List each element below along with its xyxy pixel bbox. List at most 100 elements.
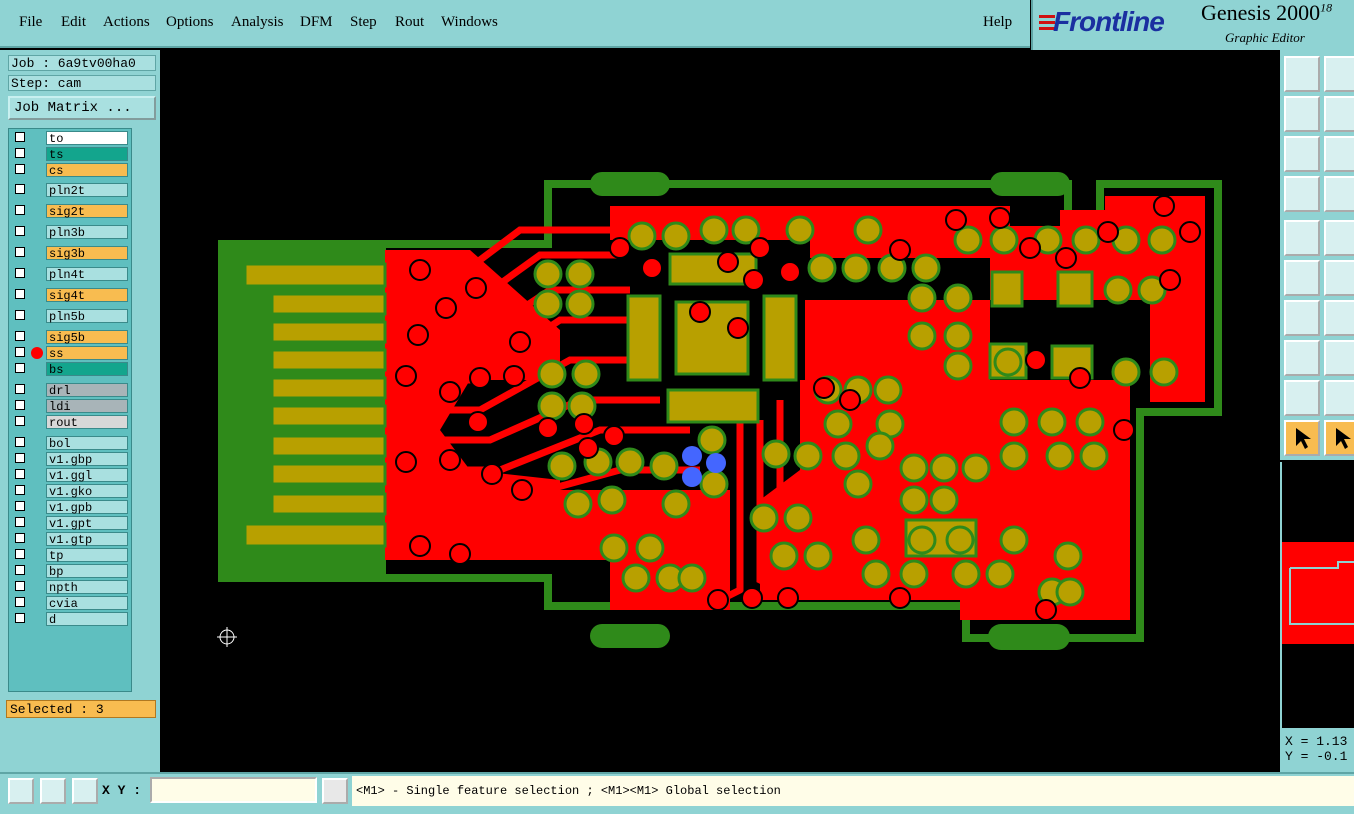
- pad[interactable]: [1147, 225, 1177, 255]
- via[interactable]: [717, 251, 739, 273]
- layer-checkbox[interactable]: [15, 184, 25, 194]
- zoom-area-icon[interactable]: [8, 778, 34, 804]
- layer-checkbox[interactable]: [15, 331, 25, 341]
- layer-checkbox[interactable]: [15, 485, 25, 495]
- layer-name[interactable]: v1.gbp: [46, 452, 128, 467]
- pad[interactable]: [649, 451, 679, 481]
- via[interactable]: [509, 331, 531, 353]
- menu-step[interactable]: Step: [350, 14, 377, 31]
- pad[interactable]: [1149, 357, 1179, 387]
- layer-name[interactable]: cvia: [46, 596, 128, 611]
- layer-row-tp[interactable]: tp: [11, 548, 129, 563]
- zoom-back-icon[interactable]: [1324, 56, 1354, 92]
- pad[interactable]: [943, 351, 973, 381]
- layer-name[interactable]: ldi: [46, 399, 128, 414]
- pad[interactable]: [597, 485, 627, 515]
- layer-name[interactable]: drl: [46, 383, 128, 398]
- layer-checkbox[interactable]: [15, 289, 25, 299]
- layer-row-v1.gko[interactable]: v1.gko: [11, 484, 129, 499]
- layer-checkbox[interactable]: [15, 310, 25, 320]
- layer-name[interactable]: v1.gko: [46, 484, 128, 499]
- pad[interactable]: [823, 409, 853, 439]
- pcb-drawing[interactable]: [160, 52, 1280, 772]
- pad[interactable]: [911, 253, 941, 283]
- layer-list-scrollbar[interactable]: [133, 128, 155, 690]
- pad[interactable]: [999, 525, 1029, 555]
- zoom-home-icon[interactable]: [1284, 56, 1320, 92]
- via[interactable]: [1097, 221, 1119, 243]
- layer-name[interactable]: v1.gpt: [46, 516, 128, 531]
- layer-row-ss[interactable]: ss: [11, 346, 129, 361]
- pad[interactable]: [661, 489, 691, 519]
- layer-checkbox[interactable]: [15, 384, 25, 394]
- pad[interactable]: [1055, 577, 1085, 607]
- delete-icon[interactable]: [1324, 260, 1354, 296]
- layer-row-sig5b[interactable]: sig5b: [11, 330, 129, 345]
- measure-icon[interactable]: [1284, 176, 1320, 212]
- pad[interactable]: [943, 283, 973, 313]
- layer-checkbox[interactable]: [15, 437, 25, 447]
- layer-name[interactable]: ss: [46, 346, 128, 361]
- via[interactable]: [1113, 419, 1135, 441]
- via[interactable]: [1055, 247, 1077, 269]
- menu-actions[interactable]: Actions: [103, 14, 150, 31]
- menu-help[interactable]: Help: [983, 14, 1012, 31]
- menu-file[interactable]: File: [19, 14, 42, 31]
- pan-right-icon[interactable]: [1324, 96, 1354, 132]
- pad[interactable]: [989, 225, 1019, 255]
- pad[interactable]: [1053, 541, 1083, 571]
- layer-checkbox[interactable]: [15, 205, 25, 215]
- layer-row-pln4t[interactable]: pln4t: [11, 267, 129, 282]
- via[interactable]: [577, 437, 599, 459]
- pad[interactable]: [677, 563, 707, 593]
- zoom-fit-icon[interactable]: [1284, 136, 1320, 172]
- pad[interactable]: [533, 259, 563, 289]
- pad[interactable]: [851, 525, 881, 555]
- via[interactable]: [439, 449, 461, 471]
- pad[interactable]: [907, 525, 937, 555]
- pad[interactable]: [1111, 357, 1141, 387]
- layer-row-sig3b[interactable]: sig3b: [11, 246, 129, 261]
- via[interactable]: [603, 425, 625, 447]
- via[interactable]: [641, 257, 663, 279]
- layer-checkbox[interactable]: [15, 400, 25, 410]
- via[interactable]: [945, 209, 967, 231]
- job-matrix-button[interactable]: Job Matrix ...: [8, 96, 156, 120]
- snap-icon[interactable]: [1324, 176, 1354, 212]
- via[interactable]: [435, 297, 457, 319]
- layer-name[interactable]: cs: [46, 163, 128, 178]
- overview-map[interactable]: [1280, 462, 1354, 728]
- pad[interactable]: [843, 469, 873, 499]
- via[interactable]: [1179, 221, 1201, 243]
- layer-checkbox[interactable]: [15, 533, 25, 543]
- layer-row-drl[interactable]: drl: [11, 383, 129, 398]
- pad[interactable]: [793, 441, 823, 471]
- menu-windows[interactable]: Windows: [441, 14, 498, 31]
- pad[interactable]: [761, 439, 791, 469]
- layer-name[interactable]: ts: [46, 147, 128, 162]
- via[interactable]: [511, 479, 533, 501]
- pad[interactable]: [615, 447, 645, 477]
- layer-row-cvia[interactable]: cvia: [11, 596, 129, 611]
- layer-name[interactable]: sig3b: [46, 246, 128, 261]
- layer-checkbox[interactable]: [15, 268, 25, 278]
- via[interactable]: [449, 543, 471, 565]
- pad[interactable]: [943, 321, 973, 351]
- layer-name[interactable]: pln3b: [46, 225, 128, 240]
- via[interactable]: [503, 365, 525, 387]
- pad[interactable]: [1037, 407, 1067, 437]
- pad[interactable]: [841, 253, 871, 283]
- via[interactable]: [813, 377, 835, 399]
- pad[interactable]: [599, 533, 629, 563]
- layer-row-v1.ggl[interactable]: v1.ggl: [11, 468, 129, 483]
- layer-row-pln5b[interactable]: pln5b: [11, 309, 129, 324]
- layer-row-d[interactable]: d: [11, 612, 129, 627]
- snap-grid-icon[interactable]: [40, 778, 66, 804]
- pad[interactable]: [865, 431, 895, 461]
- pad[interactable]: [1079, 441, 1109, 471]
- layer-checkbox[interactable]: [15, 581, 25, 591]
- layer-name[interactable]: bs: [46, 362, 128, 377]
- add-line-icon[interactable]: [1324, 220, 1354, 256]
- pad[interactable]: [565, 289, 595, 319]
- pad[interactable]: [697, 425, 727, 455]
